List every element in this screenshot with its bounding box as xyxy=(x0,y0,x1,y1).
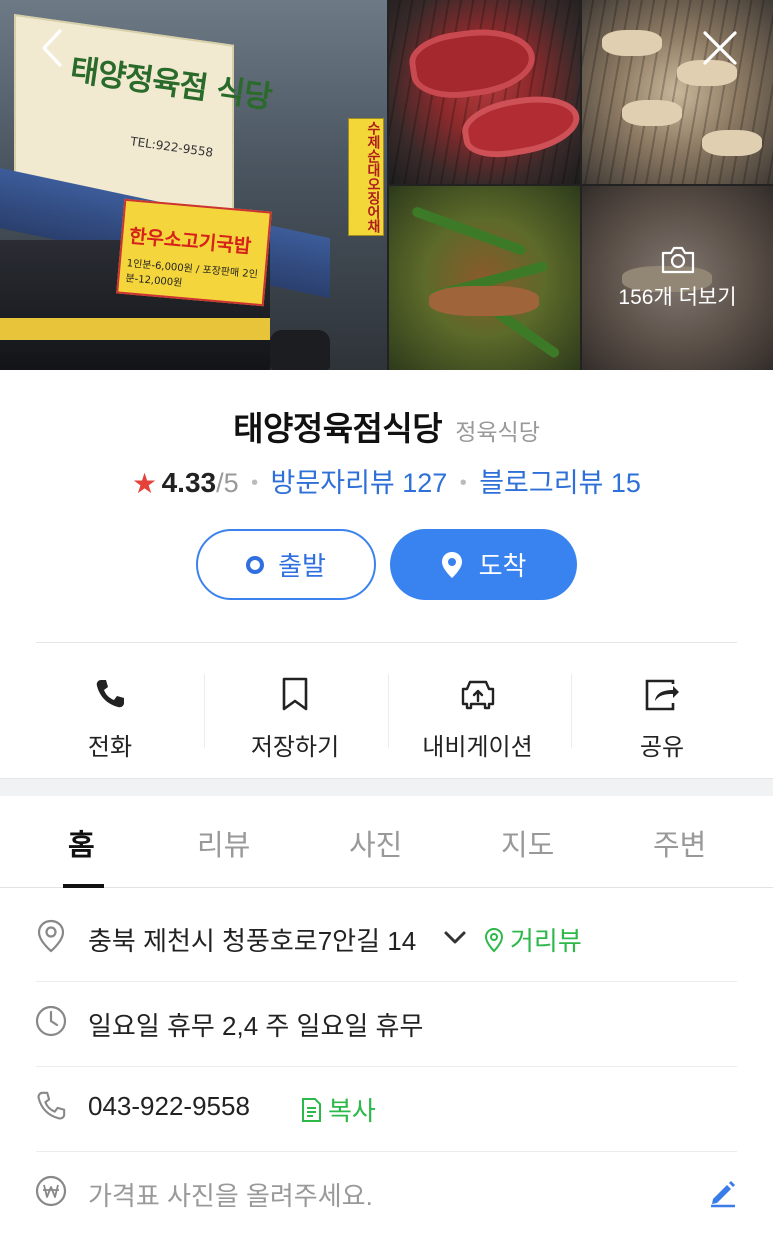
tab-home[interactable]: 홈 xyxy=(68,822,95,864)
pork-piece xyxy=(622,100,682,126)
more-photos-button[interactable]: 156개 더보기 xyxy=(582,186,773,370)
photo-gallery[interactable]: 태양정육점 식당 TEL:922-9558 한우소고기국밥 1인분-6,000원… xyxy=(0,0,773,370)
place-category: 정육식당 xyxy=(455,419,540,445)
share-icon xyxy=(645,679,679,711)
menu-strip xyxy=(0,318,270,340)
beef-photo[interactable] xyxy=(389,0,580,184)
pork-salad-photo[interactable] xyxy=(389,186,580,370)
place-title-row: 태양정육점식당 정육식당 xyxy=(0,402,773,450)
camera-icon xyxy=(661,246,694,274)
parked-car xyxy=(270,330,330,370)
copy-button[interactable]: 복사 xyxy=(300,1091,376,1128)
start-route-label: 출발 xyxy=(278,551,326,581)
separator-dot: • xyxy=(251,472,259,494)
quick-actions: 전화 저장하기 내비게이션 공유 xyxy=(0,662,773,762)
copy-label: 복사 xyxy=(328,1096,376,1126)
back-button[interactable] xyxy=(30,26,74,70)
separator-dot: • xyxy=(459,472,467,494)
close-icon xyxy=(703,31,737,65)
side-sign: 수제순대오징어채 xyxy=(348,118,384,236)
share-action[interactable]: 공유 xyxy=(612,662,712,762)
save-label: 저장하기 xyxy=(250,734,340,761)
rating-max: /5 xyxy=(216,468,239,498)
pork-piece xyxy=(602,30,662,56)
pork-piece xyxy=(702,130,762,156)
origin-icon xyxy=(246,555,265,574)
car-navigation-icon xyxy=(461,680,494,710)
save-action[interactable]: 저장하기 xyxy=(230,662,360,762)
bookmark-icon xyxy=(282,677,308,711)
blog-reviews-link[interactable]: 블로그리뷰 15 xyxy=(479,468,641,498)
tab-bar: 홈 리뷰 사진 지도 주변 xyxy=(0,796,773,888)
grill-lines xyxy=(582,0,773,184)
green-onion xyxy=(410,205,528,257)
address-row: 충북 제천시 청풍호로7안길 14 거리뷰 xyxy=(0,897,773,981)
pork-grill-photo[interactable] xyxy=(582,0,773,184)
divider xyxy=(36,642,737,643)
active-tab-indicator xyxy=(63,884,104,888)
call-label: 전화 xyxy=(87,734,133,761)
end-route-button[interactable]: 도착 xyxy=(390,529,577,600)
end-route-label: 도착 xyxy=(478,551,527,581)
action-separator xyxy=(204,674,205,748)
tab-reviews[interactable]: 리뷰 xyxy=(197,822,250,864)
close-button[interactable] xyxy=(698,26,742,70)
copy-document-icon xyxy=(302,1097,321,1122)
star-icon: ★ xyxy=(132,468,158,499)
navigation-action[interactable]: 내비게이션 xyxy=(410,662,545,762)
chevron-left-icon xyxy=(42,29,62,67)
tab-photos[interactable]: 사진 xyxy=(349,822,402,864)
phone-row: 043-922-9558 복사 xyxy=(0,1067,773,1151)
rating-row: ★ 4.33/5 • 방문자리뷰 127 • 블로그리뷰 15 xyxy=(0,461,773,500)
grilled-pork xyxy=(429,286,539,316)
call-action[interactable]: 전화 xyxy=(60,662,160,762)
tab-map[interactable]: 지도 xyxy=(501,822,554,864)
navigation-label: 내비게이션 xyxy=(422,734,533,761)
location-pin-icon xyxy=(441,551,462,578)
clock-icon xyxy=(34,1004,68,1038)
pencil-edit-icon[interactable] xyxy=(708,1178,738,1208)
street-view-pin-icon xyxy=(484,927,504,952)
banner-sub-text: 1인분-6,000원 / 포장판매 2인분-12,000원 xyxy=(124,258,259,290)
action-separator xyxy=(571,674,572,748)
street-view-label: 거리뷰 xyxy=(510,926,582,956)
hours-row: 일요일 휴무 2,4 주 일요일 휴무 xyxy=(0,982,773,1066)
price-row: 가격표 사진을 올려주세요. xyxy=(0,1152,773,1236)
section-gap xyxy=(0,778,773,796)
phone-icon xyxy=(96,680,124,708)
tab-nearby[interactable]: 주변 xyxy=(653,822,706,864)
rating-score: 4.33 xyxy=(161,467,217,498)
address-text: 충북 제천시 청풍호로7안길 14 xyxy=(88,926,417,956)
more-photos-label: 156개 더보기 xyxy=(618,286,737,309)
street-view-link[interactable]: 거리뷰 xyxy=(484,921,582,958)
visitor-reviews-link[interactable]: 방문자리뷰 127 xyxy=(271,468,448,498)
price-upload-prompt[interactable]: 가격표 사진을 올려주세요. xyxy=(88,1176,373,1213)
chevron-down-icon[interactable] xyxy=(443,930,467,946)
location-pin-outline-icon xyxy=(34,919,68,953)
banner-main-text: 한우소고기국밥 xyxy=(128,225,253,258)
action-separator xyxy=(388,674,389,748)
share-label: 공유 xyxy=(639,734,685,761)
won-currency-icon xyxy=(34,1174,68,1208)
phone-number[interactable]: 043-922-9558 xyxy=(88,1091,250,1122)
start-route-button[interactable]: 출발 xyxy=(196,529,376,600)
banner: 한우소고기국밥 1인분-6,000원 / 포장판매 2인분-12,000원 xyxy=(116,198,272,307)
place-name: 태양정육점식당 xyxy=(233,410,443,447)
tab-bar-border xyxy=(0,887,773,888)
hours-text: 일요일 휴무 2,4 주 일요일 휴무 xyxy=(88,1011,424,1041)
phone-outline-icon xyxy=(34,1089,68,1123)
